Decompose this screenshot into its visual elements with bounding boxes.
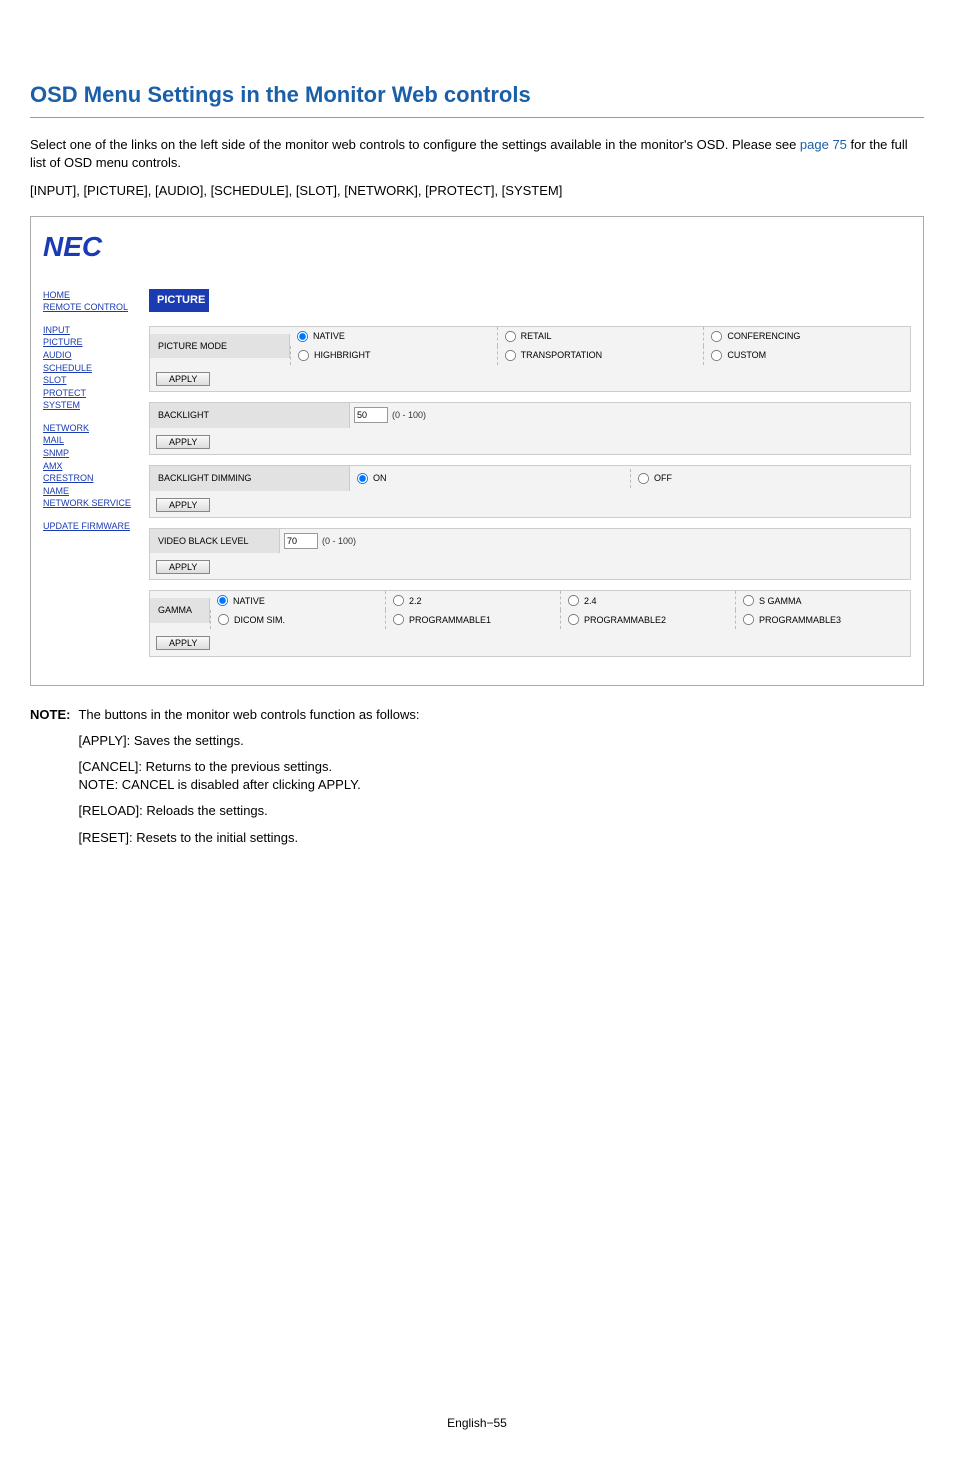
opt-g-prog1: PROGRAMMABLE1 [409, 614, 491, 627]
intro-text: Select one of the links on the left side… [30, 136, 924, 172]
radio-gamma-prog2[interactable] [568, 614, 579, 625]
sidebar-item-snmp[interactable]: SNMP [43, 447, 133, 460]
video-black-level-range: (0 - 100) [322, 535, 356, 548]
opt-g-24: 2.4 [584, 595, 597, 608]
backlight-label: BACKLIGHT [150, 403, 350, 428]
radio-gamma-native[interactable] [217, 595, 228, 606]
opt-g-22: 2.2 [409, 595, 422, 608]
radio-gamma-24[interactable] [568, 595, 579, 606]
note-line-2: [CANCEL]: Returns to the previous settin… [78, 758, 419, 794]
sidebar-item-slot[interactable]: SLOT [43, 374, 133, 387]
sidebar-item-home[interactable]: HOME [43, 289, 133, 302]
opt-g-prog2: PROGRAMMABLE2 [584, 614, 666, 627]
sidebar-item-mail[interactable]: MAIL [43, 434, 133, 447]
opt-g-dicom: DICOM SIM. [234, 614, 285, 627]
menu-list: [INPUT], [PICTURE], [AUDIO], [SCHEDULE],… [30, 182, 924, 200]
note-label: NOTE: [30, 706, 70, 855]
opt-g-native: NATIVE [233, 595, 265, 608]
opt-highbright: HIGHBRIGHT [314, 349, 371, 362]
section-heading: OSD Menu Settings in the Monitor Web con… [30, 80, 924, 118]
radio-retail[interactable] [505, 331, 516, 342]
radio-highbright[interactable] [298, 350, 309, 361]
sidebar-item-crestron[interactable]: CRESTRON [43, 472, 133, 485]
picture-mode-label: PICTURE MODE [150, 334, 290, 359]
gamma-label: GAMMA [150, 598, 210, 623]
sidebar-item-audio[interactable]: AUDIO [43, 349, 133, 362]
opt-g-sgamma: S GAMMA [759, 595, 802, 608]
page-link[interactable]: page 75 [800, 137, 847, 152]
opt-off: OFF [654, 472, 672, 485]
sidebar-item-network[interactable]: NETWORK [43, 422, 133, 435]
opt-conferencing: CONFERENCING [727, 330, 800, 343]
opt-transportation: TRANSPORTATION [521, 349, 603, 362]
sidebar-item-name[interactable]: NAME [43, 485, 133, 498]
video-black-level-label: VIDEO BLACK LEVEL [150, 529, 280, 554]
apply-button-backlight[interactable]: APPLY [156, 435, 210, 449]
note-line-0: The buttons in the monitor web controls … [78, 706, 419, 724]
radio-gamma-22[interactable] [393, 595, 404, 606]
sidebar-item-amx[interactable]: AMX [43, 460, 133, 473]
apply-button-picture-mode[interactable]: APPLY [156, 372, 210, 386]
note-block: NOTE: The buttons in the monitor web con… [30, 706, 924, 855]
radio-gamma-prog1[interactable] [393, 614, 404, 625]
backlight-dimming-block: BACKLIGHT DIMMING ON OFF APPLY [149, 465, 911, 518]
opt-on: ON [373, 472, 387, 485]
radio-custom[interactable] [711, 350, 722, 361]
opt-retail: RETAIL [521, 330, 552, 343]
backlight-dimming-label: BACKLIGHT DIMMING [150, 466, 350, 491]
sidebar-item-protect[interactable]: PROTECT [43, 387, 133, 400]
radio-dimming-off[interactable] [638, 473, 649, 484]
gamma-block: GAMMA NATIVE 2.2 2.4 S GAMMA DICOM SIM. … [149, 590, 911, 656]
radio-gamma-dicom[interactable] [218, 614, 229, 625]
radio-gamma-prog3[interactable] [743, 614, 754, 625]
intro-pre: Select one of the links on the left side… [30, 137, 800, 152]
sidebar-item-schedule[interactable]: SCHEDULE [43, 362, 133, 375]
note-line-1: [APPLY]: Saves the settings. [78, 732, 419, 750]
sidebar-group-2: INPUT PICTURE AUDIO SCHEDULE SLOT PROTEC… [43, 324, 133, 412]
opt-native: NATIVE [313, 330, 345, 343]
sidebar: HOME REMOTE CONTROL INPUT PICTURE AUDIO … [43, 289, 133, 667]
radio-gamma-sgamma[interactable] [743, 595, 754, 606]
content-area: PICTURE PICTURE MODE NATIVE RETAIL CONFE… [149, 289, 911, 667]
opt-g-prog3: PROGRAMMABLE3 [759, 614, 841, 627]
radio-conferencing[interactable] [711, 331, 722, 342]
apply-button-gamma[interactable]: APPLY [156, 636, 210, 650]
nec-logo: NEC [43, 227, 911, 266]
picture-mode-block: PICTURE MODE NATIVE RETAIL CONFERENCING … [149, 326, 911, 392]
apply-button-dimming[interactable]: APPLY [156, 498, 210, 512]
video-black-level-input[interactable] [284, 533, 318, 549]
sidebar-item-remote-control[interactable]: REMOTE CONTROL [43, 301, 133, 314]
backlight-range: (0 - 100) [392, 409, 426, 422]
sidebar-item-system[interactable]: SYSTEM [43, 399, 133, 412]
sidebar-item-picture[interactable]: PICTURE [43, 336, 133, 349]
note-line-4: [RESET]: Resets to the initial settings. [78, 829, 419, 847]
page-footer: English−55 [30, 1415, 924, 1432]
radio-transportation[interactable] [505, 350, 516, 361]
sidebar-item-network-service[interactable]: NETWORK SERVICE [43, 497, 133, 510]
radio-dimming-on[interactable] [357, 473, 368, 484]
sidebar-item-input[interactable]: INPUT [43, 324, 133, 337]
radio-native[interactable] [297, 331, 308, 342]
backlight-block: BACKLIGHT (0 - 100) APPLY [149, 402, 911, 455]
apply-button-vbl[interactable]: APPLY [156, 560, 210, 574]
note-line-3: [RELOAD]: Reloads the settings. [78, 802, 419, 820]
sidebar-group-1: HOME REMOTE CONTROL [43, 289, 133, 314]
video-black-level-block: VIDEO BLACK LEVEL (0 - 100) APPLY [149, 528, 911, 581]
note-body: The buttons in the monitor web controls … [78, 706, 419, 855]
sidebar-item-update-firmware[interactable]: UPDATE FIRMWARE [43, 520, 133, 533]
backlight-input[interactable] [354, 407, 388, 423]
page-title-bar: PICTURE [149, 289, 209, 312]
sidebar-group-4: UPDATE FIRMWARE [43, 520, 133, 533]
web-controls-panel: NEC HOME REMOTE CONTROL INPUT PICTURE AU… [30, 216, 924, 685]
sidebar-group-3: NETWORK MAIL SNMP AMX CRESTRON NAME NETW… [43, 422, 133, 510]
opt-custom: CUSTOM [727, 349, 766, 362]
